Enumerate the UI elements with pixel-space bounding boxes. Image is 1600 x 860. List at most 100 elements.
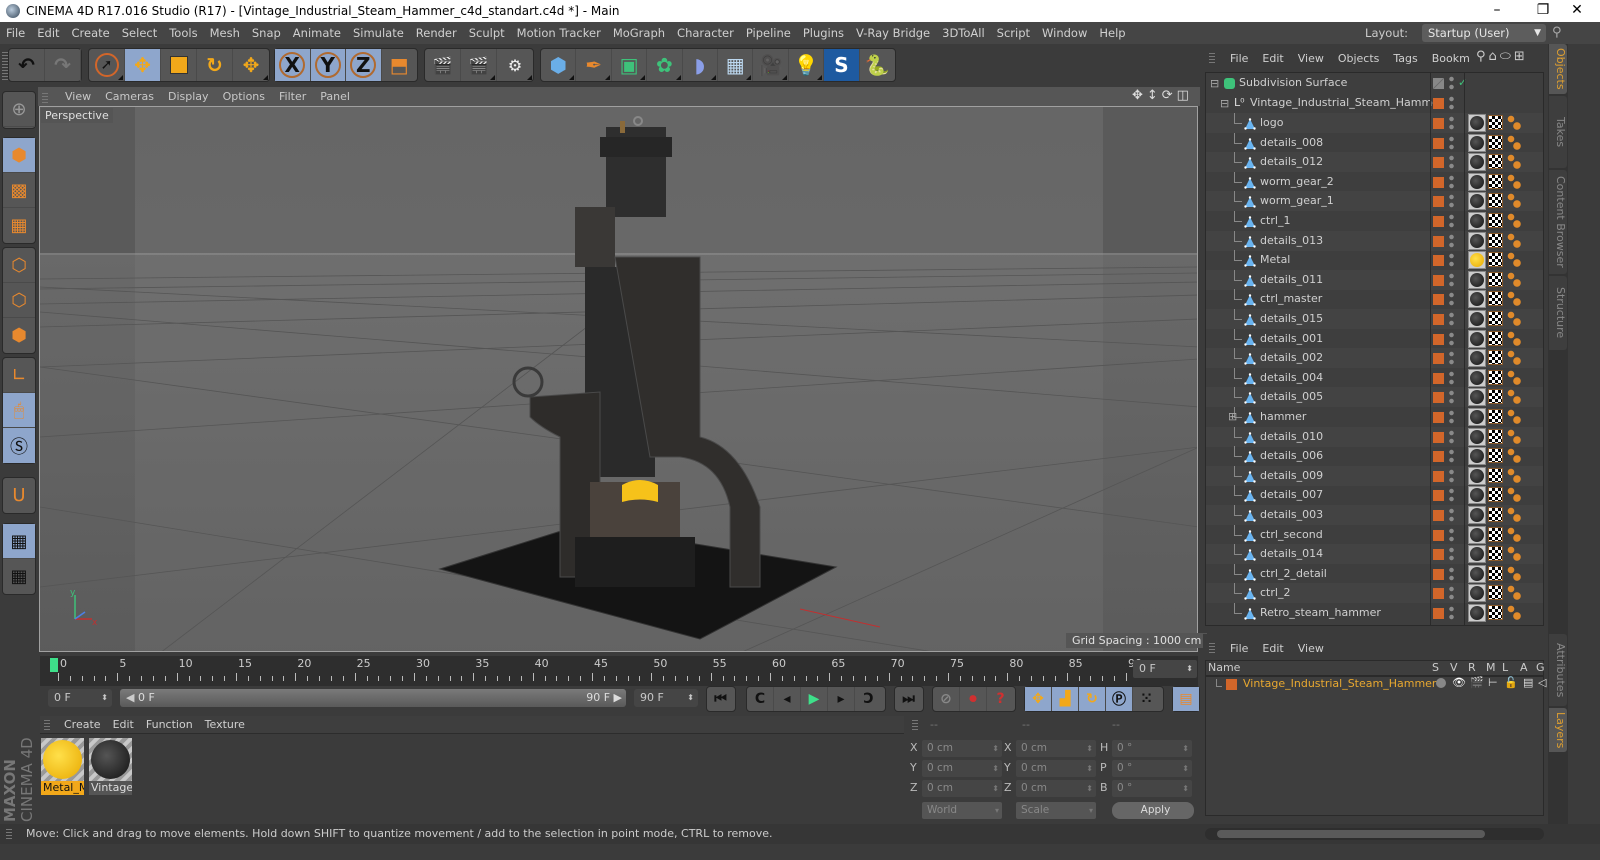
previous-key-icon[interactable]: C — [747, 687, 774, 711]
frame-range-slider[interactable]: ◀ 0 F 90 F ▶ — [120, 689, 626, 707]
redo-icon[interactable]: ↷ — [45, 49, 81, 81]
viewport-menu-cameras[interactable]: Cameras — [98, 90, 161, 103]
layer-color-icon[interactable] — [1433, 255, 1444, 267]
object-tree[interactable]: ⊟ Subdivision Surface ✓ ⊟ L⁰ Vintage_Industri… — [1205, 72, 1544, 626]
phong-tag-icon[interactable] — [1507, 213, 1521, 229]
phong-tag-icon[interactable] — [1507, 350, 1521, 367]
animation-toggle-icon[interactable]: ▤ — [1523, 676, 1533, 689]
object-row[interactable]: logo — [1206, 113, 1543, 133]
visibility-dots[interactable] — [1449, 116, 1454, 130]
layer-color-icon[interactable] — [1433, 549, 1444, 561]
menu-tools[interactable]: Tools — [163, 22, 203, 44]
tweak-mode-icon[interactable]: 🖱 — [3, 393, 35, 428]
render-view-icon[interactable]: 🎬 — [425, 49, 461, 81]
uvw-tag-icon[interactable] — [1488, 350, 1503, 366]
layer-name[interactable]: Vintage_Industrial_Steam_Hammer — [1243, 677, 1436, 690]
scrollbar-thumb[interactable] — [1217, 830, 1485, 838]
layer-column-r[interactable]: R — [1468, 661, 1476, 674]
workplane-mode-icon[interactable]: ▦ — [3, 208, 35, 243]
camera-label[interactable]: Perspective — [41, 108, 113, 123]
material-tag-icon[interactable] — [1468, 584, 1486, 603]
layer-color-icon[interactable] — [1433, 314, 1444, 325]
object-name[interactable]: Metal — [1260, 250, 1290, 270]
visibility-dots[interactable] — [1449, 429, 1454, 444]
close-button[interactable]: ✕ — [1554, 0, 1600, 22]
lock-workplane-icon[interactable]: ▦ — [3, 524, 35, 559]
visibility-dots[interactable] — [1449, 174, 1454, 189]
layer-color-swatch[interactable] — [1226, 679, 1237, 690]
bend-icon[interactable]: ◗ — [683, 49, 719, 81]
visibility-dots[interactable] — [1449, 566, 1454, 581]
pen-icon[interactable]: ✒ — [576, 49, 612, 81]
phong-tag-icon[interactable] — [1507, 448, 1521, 465]
substance-icon[interactable]: S — [824, 49, 860, 81]
phong-tag-icon[interactable] — [1507, 487, 1521, 504]
visibility-dots[interactable] — [1449, 96, 1454, 110]
play-icon[interactable]: ▶ — [801, 687, 828, 711]
object-name[interactable]: Retro_steam_hammer — [1260, 603, 1381, 623]
menu-v-ray-bridge[interactable]: V-Ray Bridge — [850, 22, 936, 44]
object-name[interactable]: ctrl_second — [1260, 525, 1323, 545]
material-tag-icon[interactable] — [1468, 447, 1486, 466]
object-row[interactable]: details_010 — [1206, 426, 1543, 447]
material-swatch[interactable]: Vintage — [89, 738, 132, 796]
material-tag-icon[interactable] — [1468, 506, 1486, 524]
position-field[interactable]: 0 cm ⬍ — [922, 780, 1002, 797]
object-row[interactable]: details_001 — [1206, 328, 1543, 349]
menu-snap[interactable]: Snap — [246, 22, 287, 44]
uvw-tag-icon[interactable] — [1488, 546, 1503, 562]
material-tag-icon[interactable] — [1468, 604, 1486, 622]
layer-column-l[interactable]: L — [1502, 661, 1508, 674]
size-field[interactable]: 0 cm ⬍ — [1016, 740, 1096, 757]
floor-icon[interactable]: ▦ — [718, 49, 754, 81]
layer-color-icon[interactable] — [1433, 196, 1444, 208]
uvw-tag-icon[interactable] — [1488, 565, 1503, 581]
visibility-dots[interactable] — [1449, 155, 1454, 170]
material-menu-edit[interactable]: Edit — [107, 718, 140, 731]
eye-icon[interactable]: 👁 — [1452, 676, 1466, 689]
layer-column-name[interactable]: Name — [1208, 661, 1240, 674]
layer-color-icon[interactable] — [1433, 470, 1444, 482]
object-row[interactable]: ctrl_second — [1206, 524, 1543, 545]
material-swatch[interactable]: Metal_M — [41, 738, 84, 796]
record-keys-icon[interactable]: ⊘ — [933, 687, 960, 711]
visibility-dots[interactable] — [1449, 547, 1454, 562]
object-name[interactable]: logo — [1260, 113, 1284, 133]
layer-color-icon[interactable] — [1433, 608, 1444, 619]
material-tag-icon[interactable] — [1468, 486, 1486, 505]
visibility-dots[interactable] — [1449, 488, 1454, 503]
object-row[interactable]: details_004 — [1206, 367, 1543, 388]
object-name[interactable]: details_005 — [1260, 387, 1323, 407]
key-rotation-icon[interactable]: ↻ — [1079, 687, 1106, 711]
layer-color-icon[interactable] — [1433, 431, 1444, 443]
visibility-dots[interactable] — [1449, 233, 1454, 248]
visibility-dots[interactable] — [1449, 449, 1454, 464]
autokeying-icon[interactable]: ⏺ — [960, 687, 987, 711]
visibility-dots[interactable] — [1449, 331, 1454, 346]
texture-mode-icon[interactable]: ▩ — [3, 173, 35, 208]
object-row[interactable]: details_008 — [1206, 132, 1543, 153]
menu-plugins[interactable]: Plugins — [797, 22, 850, 44]
visibility-dots[interactable] — [1449, 370, 1454, 385]
layer-color-icon[interactable] — [1433, 529, 1444, 541]
material-tag-icon[interactable] — [1468, 388, 1486, 407]
tab-layers[interactable]: Layers — [1549, 708, 1567, 752]
phong-tag-icon[interactable] — [1507, 232, 1521, 249]
timeline-ruler[interactable]: 051015202530354045505560657075808590 — [40, 656, 1198, 686]
layer-menu-edit[interactable]: Edit — [1255, 642, 1290, 655]
python-icon[interactable]: 🐍 — [860, 49, 895, 81]
visibility-dots[interactable] — [1449, 351, 1454, 366]
material-tag-icon[interactable] — [1468, 408, 1486, 426]
menu-motion-tracker[interactable]: Motion Tracker — [511, 22, 607, 44]
layer-color-icon[interactable] — [1433, 98, 1444, 109]
enabled-check-icon[interactable]: ✓ — [1458, 73, 1467, 93]
phong-tag-icon[interactable] — [1507, 115, 1521, 131]
transform-mode-select[interactable]: Scale ▾ — [1016, 802, 1096, 819]
menu-mograph[interactable]: MoGraph — [607, 22, 671, 44]
position-field[interactable]: 0 cm ⬍ — [922, 740, 1002, 757]
phong-tag-icon[interactable] — [1507, 193, 1521, 210]
material-tag-icon[interactable] — [1468, 114, 1486, 132]
uvw-tag-icon[interactable] — [1488, 173, 1503, 189]
rotation-field[interactable]: 0 ° ⬍ — [1112, 740, 1192, 757]
panel-grip[interactable] — [44, 719, 50, 730]
